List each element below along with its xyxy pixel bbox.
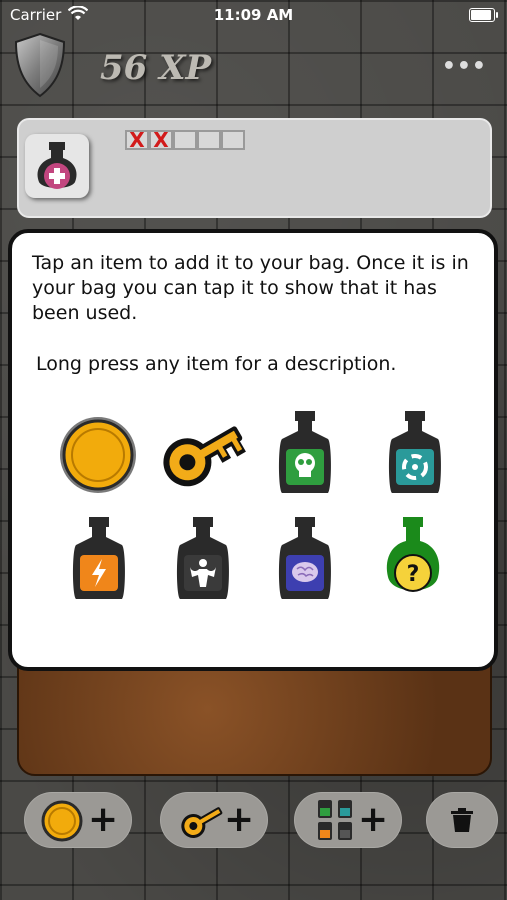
key-item[interactable] [156, 407, 246, 507]
selected-item-button[interactable] [25, 134, 89, 198]
gold-key-icon [163, 426, 246, 487]
poison-potion-item[interactable] [270, 409, 360, 509]
battery-icon [469, 8, 498, 22]
instruction-text: Tap an item to add it to your bag. Once … [32, 252, 469, 324]
usage-tracker: X X [125, 130, 245, 150]
selected-item-panel: X X [17, 118, 492, 218]
clock: 11:09 AM [213, 6, 294, 24]
energy-potion-item[interactable] [64, 515, 154, 615]
bag-area[interactable] [17, 664, 492, 776]
usage-box[interactable] [197, 130, 221, 150]
plus-label: + [88, 799, 119, 840]
add-key-button[interactable]: + [160, 792, 268, 848]
xp-label: 56 XP [100, 48, 212, 88]
header: 56 XP ••• [0, 32, 507, 102]
question-potion-icon: ? [386, 517, 440, 592]
coin-plus-icon [41, 800, 83, 842]
svg-text:?: ? [407, 562, 420, 587]
add-potions-button[interactable]: + [294, 792, 402, 848]
add-coin-button[interactable]: + [24, 792, 132, 848]
usage-box[interactable]: X [125, 130, 149, 150]
usage-box[interactable]: X [149, 130, 173, 150]
coin-item[interactable] [54, 409, 144, 509]
plus-label: + [224, 799, 255, 840]
vortex-potion-icon [389, 411, 441, 493]
hint-text: Long press any item for a description. [36, 353, 397, 375]
key-plus-icon [181, 807, 223, 838]
shield-icon[interactable] [12, 32, 68, 98]
plus-label: + [358, 799, 389, 840]
item-picker-modal: Tap an item to add it to your bag. Once … [8, 229, 498, 671]
gold-coin-icon [60, 417, 136, 493]
potions-plus-icon [318, 800, 352, 840]
brain-potion-icon [279, 517, 331, 599]
skull-potion-icon [279, 411, 331, 493]
vortex-potion-item[interactable] [380, 409, 470, 509]
mystery-potion-item[interactable]: ? [378, 515, 468, 615]
trash-button[interactable] [426, 792, 498, 848]
lightning-potion-icon [73, 517, 125, 599]
trash-icon [451, 808, 473, 832]
more-button[interactable]: ••• [442, 54, 487, 79]
usage-box[interactable] [221, 130, 245, 150]
brain-potion-item[interactable] [270, 515, 360, 615]
strength-potion-item[interactable] [168, 515, 258, 615]
strength-potion-icon [177, 517, 229, 599]
usage-box[interactable] [173, 130, 197, 150]
status-bar: Carrier 11:09 AM [0, 0, 507, 32]
pink-health-potion-icon [37, 142, 77, 189]
